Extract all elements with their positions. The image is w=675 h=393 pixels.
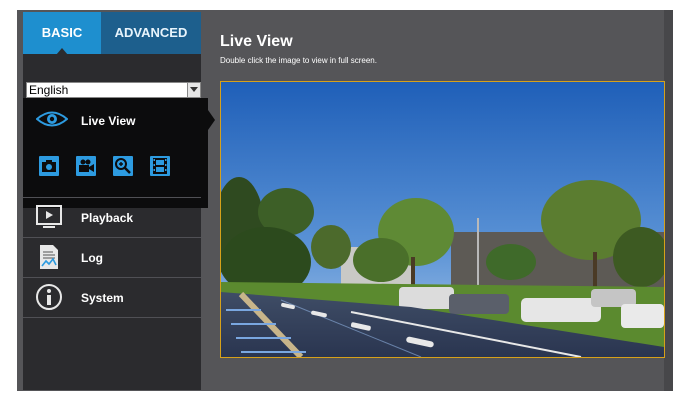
live-view-menu[interactable]: Live View <box>23 98 215 208</box>
info-icon <box>36 284 62 310</box>
zoom-icon[interactable] <box>113 156 133 176</box>
live-view-label: Live View <box>81 114 136 128</box>
film-icon[interactable] <box>150 156 170 176</box>
log-icon <box>40 245 58 269</box>
mode-tabs: BASIC ADVANCED <box>23 12 201 55</box>
language-select[interactable]: English <box>26 82 201 98</box>
camera-feed-image <box>221 82 664 357</box>
page-title: Live View <box>220 33 293 50</box>
language-select-value: English <box>29 83 69 97</box>
chevron-down-icon[interactable] <box>187 83 200 97</box>
record-icon[interactable] <box>76 156 96 176</box>
page-subtitle: Double click the image to view in full s… <box>220 56 377 65</box>
live-video-view[interactable] <box>220 81 665 358</box>
active-pointer <box>208 110 215 130</box>
tab-advanced[interactable]: ADVANCED <box>101 12 201 54</box>
sidebar-item-log[interactable]: Log <box>23 237 201 277</box>
sidebar-item-system[interactable]: System <box>23 277 201 318</box>
sidebar-item-playback[interactable]: Playback <box>23 197 201 237</box>
playback-icon <box>36 205 62 228</box>
scrollbar-strip <box>664 10 673 391</box>
sidebar-item-label: Log <box>81 251 103 265</box>
sidebar-item-label: Playback <box>81 211 134 225</box>
eye-icon <box>36 111 68 127</box>
tab-basic[interactable]: BASIC <box>23 12 101 55</box>
sidebar: BASIC ADVANCED English Live View Playbac… <box>23 12 215 390</box>
snapshot-icon[interactable] <box>39 156 59 176</box>
sidebar-item-label: System <box>81 291 124 305</box>
